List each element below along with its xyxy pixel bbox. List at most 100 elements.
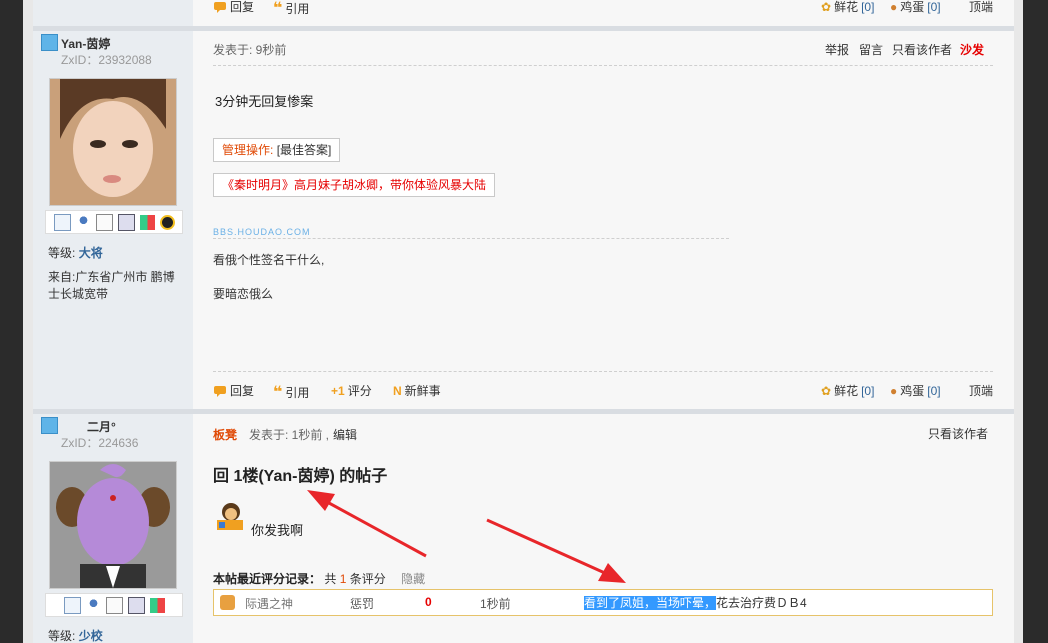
level-value[interactable]: 少校 <box>79 629 103 643</box>
user-status-icon <box>41 417 58 434</box>
level-label: 等级: <box>48 246 76 260</box>
post1-username[interactable]: Yan-茵婷 <box>61 35 110 52</box>
rating-row: 际遇之神 惩罚 0 1秒前 看到了凤姐，当场吓晕，花去治疗费ＤＢ4 <box>213 589 993 616</box>
signature-line-2: 要暗恋俄么 <box>213 287 274 301</box>
post1-rate-button[interactable]: +1 评分 <box>331 382 372 399</box>
only-author-link[interactable]: 只看该作者 <box>892 41 952 58</box>
prev-post-actionbar: 回复 ❝ 引用 ✿ 鲜花 [0] ● 鸡蛋 [0] 顶端 <box>193 0 1014 26</box>
rating-header: 本帖最近评分记录： 共 1 条评分 隐藏 <box>213 570 425 587</box>
profile-icon[interactable] <box>95 213 113 231</box>
rating-hide-link[interactable]: 隐藏 <box>401 572 425 586</box>
post1-author-panel: Yan-茵婷 ZxID：23932088 等级: 大将 来自:广东省广州市 鹏博 <box>33 31 193 409</box>
report-link[interactable]: 举报 <box>825 41 849 58</box>
actions-divider <box>213 371 993 372</box>
egg-count: [0] <box>927 0 941 14</box>
floor-label: 沙发 <box>960 43 985 57</box>
rating-total-suffix: 条评分 <box>349 572 386 586</box>
zxid-value: 224636 <box>98 436 139 450</box>
post2-user-actions <box>45 593 183 617</box>
reply-label: 回复 <box>230 384 255 398</box>
top-label: 顶端 <box>969 0 994 14</box>
admin-action-box: 管理操作: [最佳答案] <box>213 138 341 162</box>
zxid-label: ZxID： <box>61 436 99 450</box>
add-friend-icon[interactable] <box>75 214 91 230</box>
post1-top-link[interactable]: 顶端 <box>969 382 993 399</box>
admin-label: 管理操作: <box>222 143 274 157</box>
rating-total: 1 <box>339 572 347 586</box>
egg-icon: ● <box>890 383 898 398</box>
prev-post-side <box>33 0 193 26</box>
quote-button[interactable]: ❝ 引用 <box>273 0 309 18</box>
blocks-icon[interactable] <box>149 597 165 613</box>
post1-zxid: ZxID：23932088 <box>61 51 152 68</box>
rating-reason-selected: 看到了凤姐，当场吓晕， <box>584 596 717 610</box>
egg-label: 鸡蛋 <box>900 0 925 14</box>
left-gutter <box>23 0 33 643</box>
right-gutter <box>1014 0 1023 643</box>
rating-header-label: 本帖最近评分记录： <box>213 572 322 586</box>
post2-zxid: ZxID：224636 <box>61 434 138 451</box>
best-answer-link[interactable]: [最佳答案] <box>277 143 332 157</box>
egg-button[interactable]: ● 鸡蛋 [0] <box>890 0 941 15</box>
rater-name[interactable]: 际遇之神 <box>245 595 293 612</box>
rating-total-prefix: 共 <box>324 572 337 586</box>
post2-avatar[interactable] <box>49 461 177 589</box>
post2-timestamp: 发表于: 1秒前 , <box>249 428 330 442</box>
reply-label: 回复 <box>230 0 255 14</box>
post2-author-panel: 二月° ZxID：224636 等级: 少校 <box>33 414 193 643</box>
post1-user-actions <box>45 210 183 234</box>
flower-count: [0] <box>861 383 875 398</box>
post1-quote-button[interactable]: ❝ 引用 <box>273 382 309 402</box>
reply-button[interactable]: 回复 <box>213 0 254 15</box>
blocks-icon[interactable] <box>139 214 155 230</box>
flower-button[interactable]: ✿ 鲜花 [0] <box>821 0 874 15</box>
only-author-link[interactable]: 只看该作者 <box>928 425 988 442</box>
top-link[interactable]: 顶端 <box>969 0 993 15</box>
header-divider <box>213 65 993 66</box>
card-icon[interactable] <box>117 213 135 231</box>
rating-type: 惩罚 <box>350 597 375 611</box>
post1-content-panel: 发表于: 9秒前 举报 留言 只看该作者 沙发 3分钟无回复惨案 管理操作: [… <box>193 31 1014 409</box>
signature-divider <box>213 238 729 239</box>
ad-text: 《秦时明月》高月妹子胡冰卿，带你体验风暴大陆 <box>222 178 487 192</box>
post1-reply-button[interactable]: 回复 <box>213 382 254 399</box>
zxid-label: ZxID： <box>61 53 99 67</box>
top-label: 顶端 <box>969 384 994 398</box>
post1-avatar[interactable] <box>49 78 177 206</box>
ad-banner[interactable]: 《秦时明月》高月妹子胡冰卿，带你体验风暴大陆 <box>213 173 496 197</box>
post2-level: 等级: 少校 <box>48 627 103 643</box>
post2-content-panel: 板凳 发表于: 1秒前 , 编辑 只看该作者 回 1楼(Yan-茵婷) 的帖子 … <box>193 414 1014 643</box>
flower-label: 鲜花 <box>834 384 859 398</box>
quote-label: 引用 <box>285 1 310 16</box>
flower-icon: ✿ <box>821 383 832 398</box>
quote-icon: ❝ <box>273 384 283 401</box>
post1-flower-button[interactable]: ✿ 鲜花 [0] <box>821 382 874 399</box>
flower-count: [0] <box>861 0 875 14</box>
rating-time: 1秒前 <box>480 597 511 611</box>
card-icon[interactable] <box>127 596 145 614</box>
avatar-image <box>50 462 176 588</box>
emoticon <box>213 500 247 535</box>
post2-username[interactable]: 二月° <box>87 418 116 435</box>
level-value[interactable]: 大将 <box>79 246 103 260</box>
rate-label: 评分 <box>347 384 372 398</box>
message-link[interactable]: 留言 <box>859 41 883 58</box>
edit-link[interactable]: 编辑 <box>333 426 357 443</box>
mail-icon[interactable] <box>53 213 71 231</box>
news-icon: N <box>393 383 402 398</box>
post1-egg-button[interactable]: ● 鸡蛋 [0] <box>890 382 941 399</box>
post2-title: 回 1楼(Yan-茵婷) 的帖子 <box>213 468 388 485</box>
egg-count: [0] <box>927 383 941 398</box>
mail-icon[interactable] <box>63 596 81 614</box>
news-label: 新鲜事 <box>404 384 441 398</box>
qq-icon[interactable] <box>159 214 175 230</box>
post1-news-button[interactable]: N 新鲜事 <box>393 382 441 399</box>
level-label: 等级: <box>48 629 76 643</box>
site-watermark: BBS.HOUDAO.COM <box>213 227 311 237</box>
post1-location: 来自:广东省广州市 鹏博士长城宽带 <box>48 270 175 301</box>
profile-icon[interactable] <box>105 596 123 614</box>
add-friend-icon[interactable] <box>85 597 101 613</box>
emoticon-image <box>217 503 243 530</box>
rating-reason-rest: 花去治疗费ＤＢ4 <box>716 596 807 610</box>
post2-body: 你发我啊 <box>251 523 304 538</box>
